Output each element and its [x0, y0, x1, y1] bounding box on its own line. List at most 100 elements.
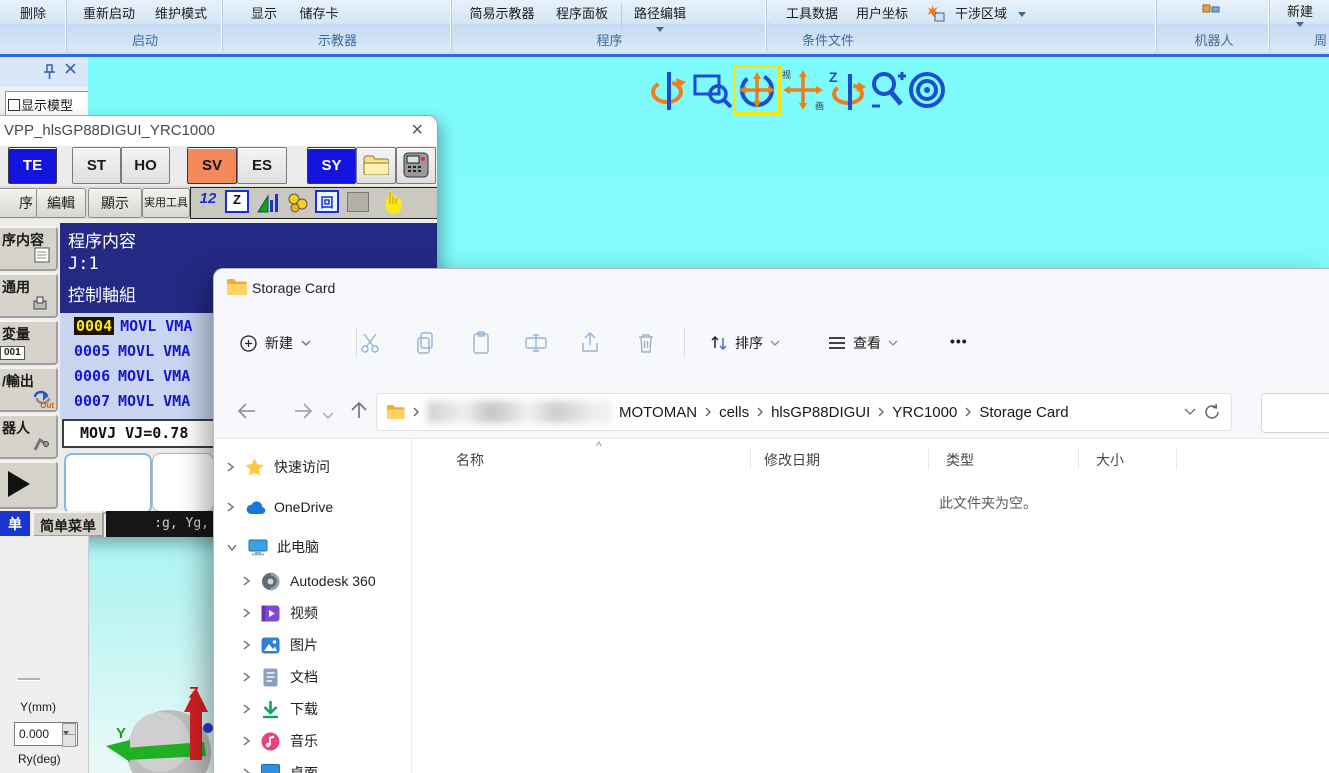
- breadcrumb-motoman[interactable]: MOTOMAN: [619, 404, 697, 421]
- delete-icon[interactable]: [634, 331, 658, 360]
- menu-display[interactable]: 顯示: [88, 188, 142, 218]
- tab-simple-menu[interactable]: 简单菜单: [32, 511, 104, 537]
- back-icon[interactable]: [236, 401, 258, 426]
- sidebar-item-quick-access[interactable]: 快速访问: [226, 452, 330, 482]
- tool-data-button[interactable]: 工具数据: [778, 2, 846, 26]
- sort-menu-button[interactable]: 排序: [710, 327, 780, 359]
- maintenance-mode-button[interactable]: 维护模式: [146, 2, 216, 26]
- up-icon[interactable]: [348, 399, 370, 426]
- side-robot-button[interactable]: 器人: [0, 414, 58, 459]
- sidebar-item-downloads[interactable]: 下载: [242, 694, 318, 724]
- side-general-button[interactable]: 通用: [0, 273, 58, 318]
- center-view-icon[interactable]: [906, 68, 948, 112]
- column-header-name[interactable]: 名称: [456, 450, 484, 470]
- mode-sy-button[interactable]: SY: [307, 147, 356, 184]
- spinner-down-button[interactable]: [62, 734, 76, 747]
- close-icon[interactable]: [64, 62, 78, 81]
- address-dropdown-icon[interactable]: [1184, 408, 1196, 416]
- pendant-titlebar[interactable]: VPP_hlsGP88DIGUI_YRC1000 ×: [0, 116, 437, 146]
- cut-icon[interactable]: [359, 331, 383, 360]
- side-variable-button[interactable]: 変量 001: [0, 320, 58, 365]
- open-folder-button[interactable]: [356, 147, 396, 184]
- pan-view-icon[interactable]: 视 画: [782, 68, 824, 112]
- sidebar-item-documents[interactable]: 文档: [242, 662, 318, 692]
- column-divider[interactable]: [1078, 447, 1079, 469]
- storage-card-button[interactable]: 储存卡: [288, 2, 350, 26]
- rotate-z-icon[interactable]: Z: [826, 68, 868, 112]
- program-line[interactable]: 0004MOVL VMA: [74, 317, 192, 335]
- column-divider[interactable]: [928, 447, 929, 469]
- path-edit-button[interactable]: 路径编辑: [627, 2, 693, 26]
- pendant-close-icon[interactable]: ×: [411, 119, 423, 142]
- new-button[interactable]: 新建: [1278, 0, 1322, 24]
- side-program-content-button[interactable]: 序内容: [0, 226, 58, 271]
- blank-tool-icon[interactable]: [347, 192, 369, 212]
- side-play-button[interactable]: [0, 461, 58, 509]
- breadcrumb-cells[interactable]: cells: [719, 404, 749, 421]
- breadcrumb-cell-name[interactable]: hlsGP88DIGUI: [771, 404, 870, 421]
- sidebar-item-music[interactable]: 音乐: [242, 726, 318, 756]
- mode-te-button[interactable]: TE: [8, 147, 57, 184]
- sidebar-item-videos[interactable]: 视频: [242, 598, 318, 628]
- column-header-modified[interactable]: 修改日期: [764, 450, 820, 470]
- program-line[interactable]: 0007MOVL VMA: [74, 392, 190, 410]
- breadcrumb-current[interactable]: Storage Card: [979, 404, 1068, 421]
- column-header-type[interactable]: 类型: [946, 450, 974, 470]
- entry-box-focused[interactable]: [64, 453, 152, 514]
- sidebar-item-pictures[interactable]: 图片: [242, 630, 318, 660]
- display-button[interactable]: 显示: [240, 2, 288, 26]
- forward-icon[interactable]: [292, 401, 314, 426]
- menu-utility[interactable]: 実用工具: [142, 188, 190, 218]
- search-input[interactable]: [1261, 393, 1329, 433]
- zoom-in-out-icon[interactable]: [868, 68, 910, 112]
- copy-icon[interactable]: [414, 331, 438, 360]
- kai-window-icon[interactable]: 回: [315, 190, 339, 213]
- view-menu-button[interactable]: 查看: [828, 327, 898, 359]
- program-line[interactable]: 0005MOVL VMA: [74, 342, 190, 360]
- tool-cluster-icon[interactable]: [285, 190, 311, 215]
- column-divider[interactable]: [1176, 447, 1177, 469]
- hand-pointer-icon[interactable]: [379, 190, 405, 215]
- sidebar-item-onedrive[interactable]: OneDrive: [226, 492, 333, 522]
- mode-sv-button[interactable]: SV: [187, 147, 237, 184]
- speed-graph-icon[interactable]: [255, 190, 281, 215]
- column-divider[interactable]: [750, 447, 751, 469]
- new-menu-button[interactable]: 新建: [240, 327, 311, 359]
- interference-area-button[interactable]: 干涉区域: [948, 2, 1014, 26]
- mode-st-button[interactable]: ST: [72, 147, 121, 184]
- step-order-icon[interactable]: 12: [195, 190, 221, 215]
- orbit-view-icon[interactable]: [736, 68, 778, 112]
- program-line[interactable]: 0006MOVL VMA: [74, 367, 190, 385]
- sidebar-item-this-pc[interactable]: 此电脑: [226, 532, 319, 562]
- frame-z-icon[interactable]: Z: [225, 190, 249, 213]
- mode-es-button[interactable]: ES: [237, 147, 287, 184]
- paste-icon[interactable]: [469, 331, 493, 360]
- sidebar-item-autodesk360[interactable]: Autodesk 360: [242, 566, 376, 596]
- menu-edit[interactable]: 編輯: [36, 188, 86, 218]
- more-options-button[interactable]: •••: [950, 333, 968, 349]
- program-panel-button[interactable]: 程序面板: [547, 2, 617, 26]
- breadcrumb-controller[interactable]: YRC1000: [892, 404, 957, 421]
- menu-program[interactable]: 序: [0, 188, 38, 218]
- restart-button[interactable]: 重新启动: [74, 2, 144, 26]
- chevron-down-icon[interactable]: [1018, 12, 1026, 17]
- history-chevron-icon[interactable]: [322, 407, 334, 425]
- share-icon[interactable]: [579, 331, 603, 360]
- mode-ho-button[interactable]: HO: [121, 147, 170, 184]
- sidebar-item-desktop[interactable]: 桌面: [242, 758, 318, 773]
- chevron-down-icon[interactable]: [1296, 22, 1304, 27]
- side-inout-button[interactable]: /輸出 Out: [0, 367, 58, 412]
- column-header-size[interactable]: 大小: [1096, 450, 1124, 470]
- tab-menu[interactable]: 单: [0, 511, 30, 537]
- address-bar[interactable]: MOTOMAN cells hlsGP88DIGUI YRC1000 Stora…: [376, 393, 1232, 431]
- refresh-icon[interactable]: [1203, 403, 1221, 421]
- entry-box[interactable]: [152, 453, 214, 512]
- rename-icon[interactable]: [524, 331, 548, 360]
- rotate-view-icon[interactable]: [648, 68, 690, 112]
- user-frame-button[interactable]: 用户坐标: [848, 2, 916, 26]
- pin-icon[interactable]: [42, 64, 56, 85]
- pendant-device-button[interactable]: [396, 147, 436, 184]
- zoom-window-icon[interactable]: [692, 68, 734, 112]
- easy-pendant-button[interactable]: 简易示教器: [459, 2, 545, 26]
- delete-button[interactable]: 删除: [6, 2, 60, 26]
